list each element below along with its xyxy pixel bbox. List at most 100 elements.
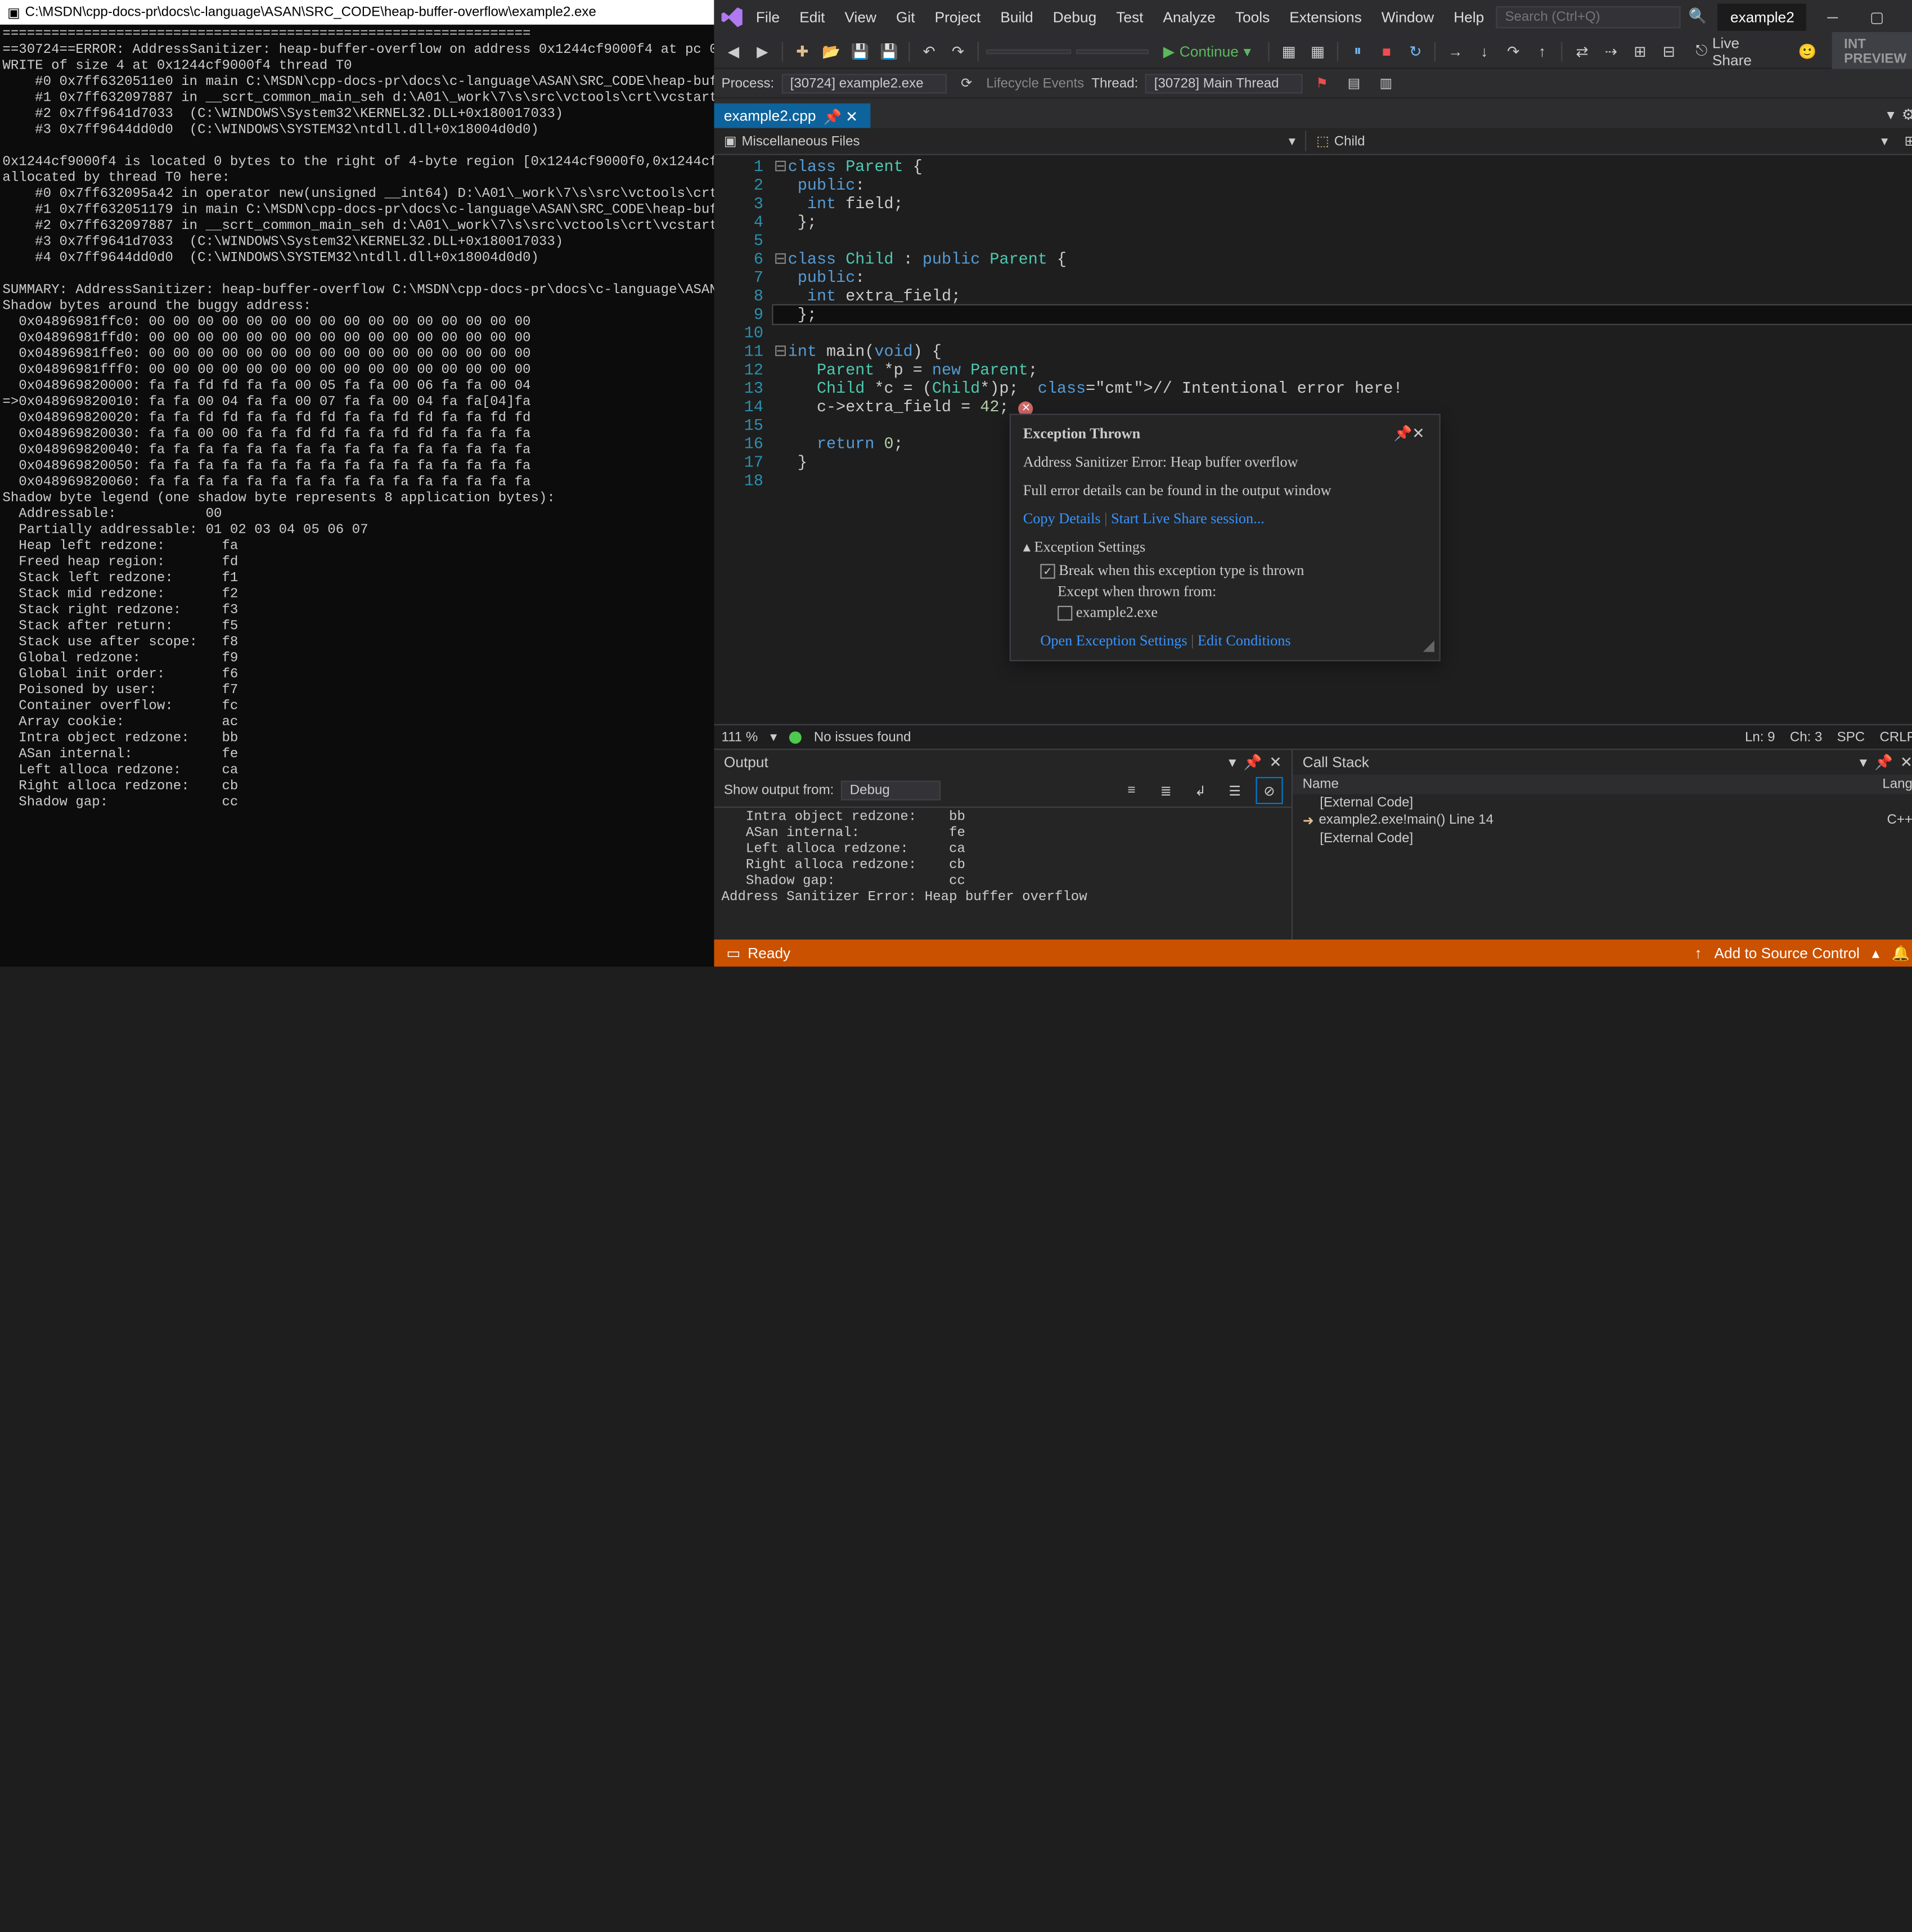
break-when-checkbox[interactable]: ✓: [1040, 564, 1055, 579]
menu-test[interactable]: Test: [1106, 4, 1153, 31]
add-source-control[interactable]: Add to Source Control: [1714, 945, 1859, 962]
nav-split-icon[interactable]: ⊞: [1898, 129, 1912, 154]
continue-button[interactable]: ▶ Continue ▾: [1153, 40, 1261, 62]
document-tabs: example2.cpp 📌 ✕ ▾ ⚙: [714, 98, 1912, 128]
except-item-checkbox[interactable]: [1058, 606, 1072, 621]
callstack-row[interactable]: ➜example2.exe!main() Line 14C++: [1293, 811, 1912, 830]
flag-icon[interactable]: ⚑: [1310, 71, 1334, 96]
callstack-col-name[interactable]: Name: [1303, 777, 1864, 792]
redo-icon[interactable]: ↷: [946, 39, 970, 64]
zoom-level[interactable]: 111 %: [722, 730, 758, 744]
out-clear-icon[interactable]: ⊘: [1257, 778, 1282, 803]
source-control-dropdown-icon[interactable]: ▴: [1872, 945, 1879, 962]
callstack-row[interactable]: [External Code]: [1293, 830, 1912, 847]
open-icon[interactable]: 📂: [819, 39, 843, 64]
dbg-misc1-icon[interactable]: ⇄: [1570, 39, 1594, 64]
menu-build[interactable]: Build: [991, 4, 1043, 31]
process-dropdown[interactable]: [30724] example2.exe: [781, 73, 947, 93]
output-close-icon[interactable]: ✕: [1269, 753, 1281, 771]
out-outdent-icon[interactable]: ≣: [1154, 778, 1178, 803]
resize-grip-icon[interactable]: ◢: [1423, 637, 1434, 655]
menu-analyze[interactable]: Analyze: [1153, 4, 1225, 31]
source-control-up-icon[interactable]: ↑: [1694, 945, 1702, 962]
eol-mode[interactable]: CRLF: [1879, 730, 1912, 744]
save-icon[interactable]: 💾: [848, 39, 872, 64]
output-dropdown-icon[interactable]: ▾: [1229, 753, 1236, 771]
out-list-icon[interactable]: ☰: [1222, 778, 1247, 803]
exception-pin-icon[interactable]: 📌: [1394, 425, 1409, 439]
search-input[interactable]: [1496, 6, 1681, 28]
menu-tools[interactable]: Tools: [1225, 4, 1279, 31]
close-button[interactable]: ✕: [1900, 4, 1912, 31]
break-all-icon[interactable]: ⏸: [1346, 39, 1370, 64]
nav-member-dropdown[interactable]: ⬚ Child ▾: [1305, 131, 1897, 151]
lifecycle-icon[interactable]: ⟳: [954, 71, 979, 96]
menu-edit[interactable]: Edit: [790, 4, 835, 31]
output-pin-icon[interactable]: 📌: [1244, 753, 1262, 771]
callstack-pin-icon[interactable]: 📌: [1874, 753, 1893, 771]
stop-icon[interactable]: ■: [1375, 39, 1399, 64]
platform-dropdown[interactable]: [1076, 48, 1148, 53]
menu-file[interactable]: File: [746, 4, 789, 31]
step-over-icon[interactable]: ↷: [1501, 39, 1526, 64]
copy-details-link[interactable]: Copy Details: [1023, 510, 1101, 527]
issues-label[interactable]: No issues found: [814, 730, 911, 744]
notifications-icon[interactable]: 🔔: [1892, 945, 1910, 962]
menu-extensions[interactable]: Extensions: [1280, 4, 1372, 31]
out-wrap-icon[interactable]: ↲: [1188, 778, 1213, 803]
menu-view[interactable]: View: [835, 4, 886, 31]
dbg-winopts-icon[interactable]: ▦: [1277, 39, 1301, 64]
exception-close-icon[interactable]: ✕: [1412, 425, 1427, 439]
indent-mode[interactable]: SPC: [1837, 730, 1865, 744]
restart-icon[interactable]: ↻: [1403, 39, 1428, 64]
close-tab-icon[interactable]: ✕: [845, 109, 860, 123]
step-out-icon[interactable]: ↑: [1530, 39, 1554, 64]
edit-conditions-link[interactable]: Edit Conditions: [1198, 632, 1291, 649]
start-liveshare-link[interactable]: Start Live Share session...: [1111, 510, 1265, 527]
minimize-button[interactable]: ─: [1811, 4, 1853, 31]
nav-scope-dropdown[interactable]: ▣ Miscellaneous Files ▾: [714, 131, 1305, 151]
expand-icon[interactable]: ▴: [1023, 538, 1031, 555]
nav-fwd-icon[interactable]: ▶: [750, 39, 775, 64]
lifecycle-label[interactable]: Lifecycle Events: [986, 76, 1084, 91]
zoom-dropdown-icon[interactable]: ▾: [770, 729, 777, 745]
callstack-close-icon[interactable]: ✕: [1900, 753, 1912, 771]
liveshare-button[interactable]: ⎋ Live Share: [1686, 32, 1790, 71]
nav-back-icon[interactable]: ◀: [722, 39, 746, 64]
config-dropdown[interactable]: [986, 48, 1071, 53]
pin-icon[interactable]: 📌: [824, 109, 838, 123]
callstack-row[interactable]: [External Code]: [1293, 794, 1912, 812]
search-icon[interactable]: 🔍: [1689, 7, 1708, 27]
menu-project[interactable]: Project: [925, 4, 991, 31]
callstack-col-lang[interactable]: Lang: [1863, 777, 1912, 792]
callstack-dropdown-icon[interactable]: ▾: [1860, 753, 1867, 771]
show-next-icon[interactable]: →: [1443, 39, 1468, 64]
menu-window[interactable]: Window: [1371, 4, 1443, 31]
menu-help[interactable]: Help: [1444, 4, 1494, 31]
menu-git[interactable]: Git: [886, 4, 925, 31]
thread-dropdown[interactable]: [30728] Main Thread: [1145, 73, 1302, 93]
saveall-icon[interactable]: 💾: [877, 39, 901, 64]
dbg-misc2-icon[interactable]: ⇢: [1599, 39, 1623, 64]
console-titlebar[interactable]: ▣ C:\MSDN\cpp-docs-pr\docs\c-language\AS…: [0, 0, 714, 25]
status-bar: ▭ Ready ↑ Add to Source Control ▴ 🔔: [714, 940, 1912, 967]
feedback-icon[interactable]: 🙂: [1796, 39, 1820, 64]
out-indent-icon[interactable]: ≡: [1119, 778, 1144, 803]
undo-icon[interactable]: ↶: [917, 39, 941, 64]
stackframe-icon[interactable]: ▤: [1342, 71, 1366, 96]
exception-message: Address Sanitizer Error: Heap buffer ove…: [1023, 453, 1427, 471]
tab-settings-icon[interactable]: ⚙: [1902, 106, 1912, 123]
open-exc-settings-link[interactable]: Open Exception Settings: [1040, 632, 1187, 649]
stackframe2-icon[interactable]: ▥: [1374, 71, 1398, 96]
show-output-dropdown[interactable]: Debug: [841, 781, 940, 801]
dbg-hex-icon[interactable]: ▦: [1306, 39, 1330, 64]
dbg-misc3-icon[interactable]: ⊞: [1628, 39, 1652, 64]
tab-dropdown-icon[interactable]: ▾: [1887, 106, 1894, 123]
maximize-button[interactable]: ▢: [1856, 4, 1897, 31]
dbg-misc4-icon[interactable]: ⊟: [1657, 39, 1681, 64]
file-tab-active[interactable]: example2.cpp 📌 ✕: [714, 104, 870, 128]
code-editor[interactable]: 123456789101112131415161718 ⊟class Paren…: [714, 155, 1912, 724]
menu-debug[interactable]: Debug: [1043, 4, 1106, 31]
new-icon[interactable]: ✚: [790, 39, 815, 64]
step-into-icon[interactable]: ↓: [1472, 39, 1496, 64]
